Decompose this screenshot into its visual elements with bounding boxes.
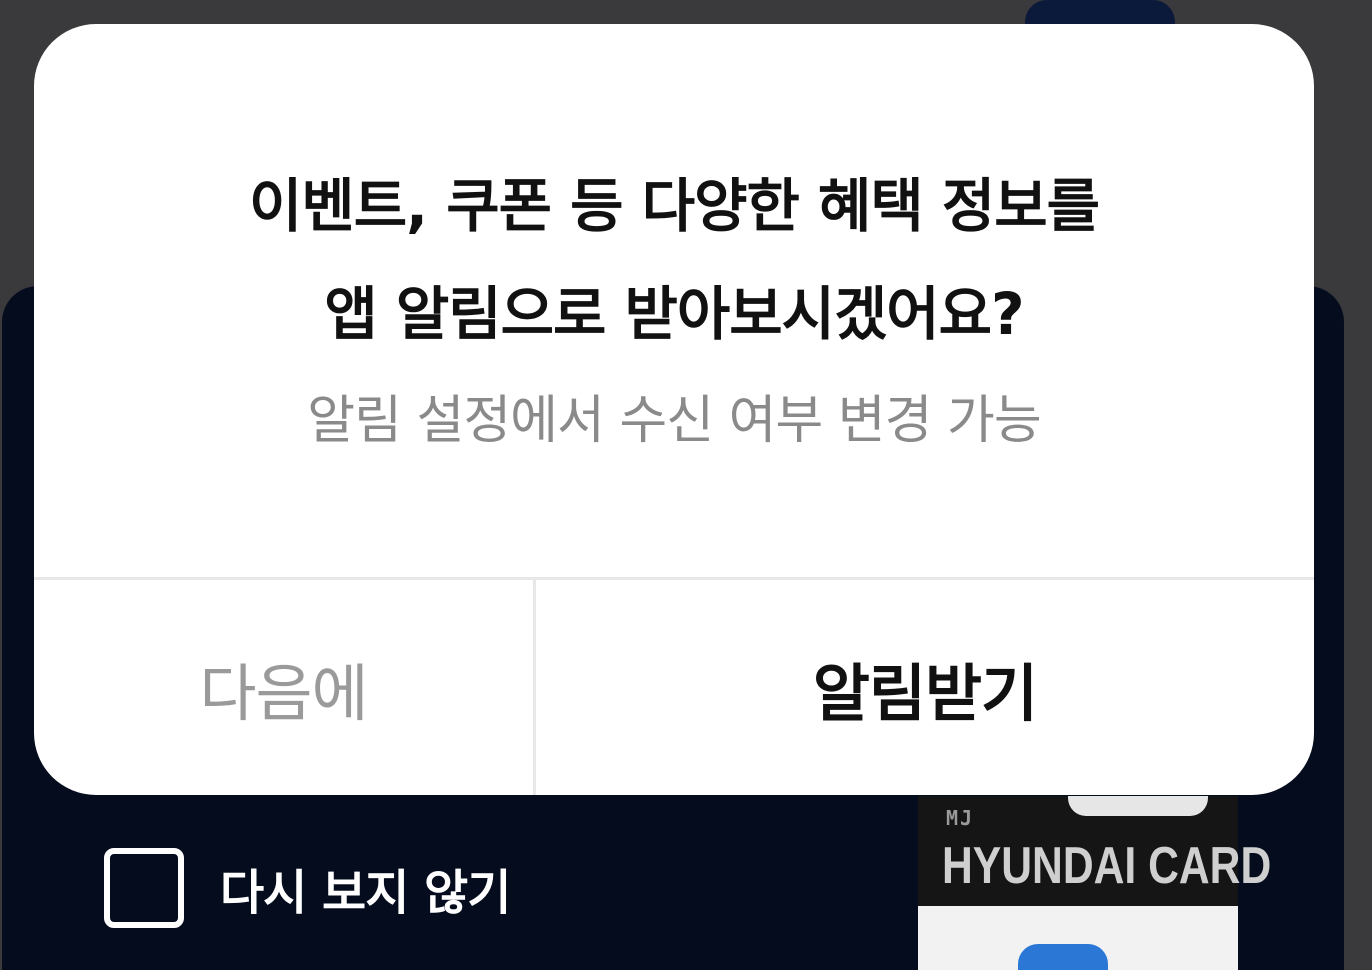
dont-show-again-option[interactable]: 다시 보지 않기	[104, 848, 511, 928]
dont-show-again-label: 다시 보지 않기	[220, 865, 511, 921]
card-logo: MJ	[946, 806, 975, 830]
dialog-body: 이벤트, 쿠폰 등 다양한 혜택 정보를 앱 알림으로 받아보시겠어요? 알림 …	[34, 24, 1314, 577]
dont-show-again-checkbox[interactable]	[104, 848, 184, 928]
later-button[interactable]: 다음에	[34, 580, 536, 795]
dialog-subtitle: 알림 설정에서 수신 여부 변경 가능	[307, 391, 1041, 451]
dialog-title: 이벤트, 쿠폰 등 다양한 혜택 정보를 앱 알림으로 받아보시겠어요?	[34, 152, 1314, 368]
dialog-title-line-2: 앱 알림으로 받아보시겠어요?	[324, 280, 1024, 348]
card-flag	[1068, 796, 1208, 816]
receive-notifications-button[interactable]: 알림받기	[536, 580, 1314, 795]
card-accent	[1018, 944, 1108, 970]
dialog-title-line-1: 이벤트, 쿠폰 등 다양한 혜택 정보를	[248, 172, 1100, 240]
card-brand-text: HYUNDAI CARD	[942, 837, 1272, 895]
card-image: MJ HYUNDAI CARD	[918, 796, 1271, 970]
notification-permission-dialog: 이벤트, 쿠폰 등 다양한 혜택 정보를 앱 알림으로 받아보시겠어요? 알림 …	[34, 24, 1314, 795]
screen: MJ HYUNDAI CARD 다시 보지 않기 이벤트, 쿠폰 등 다양한 혜…	[0, 0, 1372, 970]
dialog-actions: 다음에 알림받기	[34, 580, 1314, 795]
